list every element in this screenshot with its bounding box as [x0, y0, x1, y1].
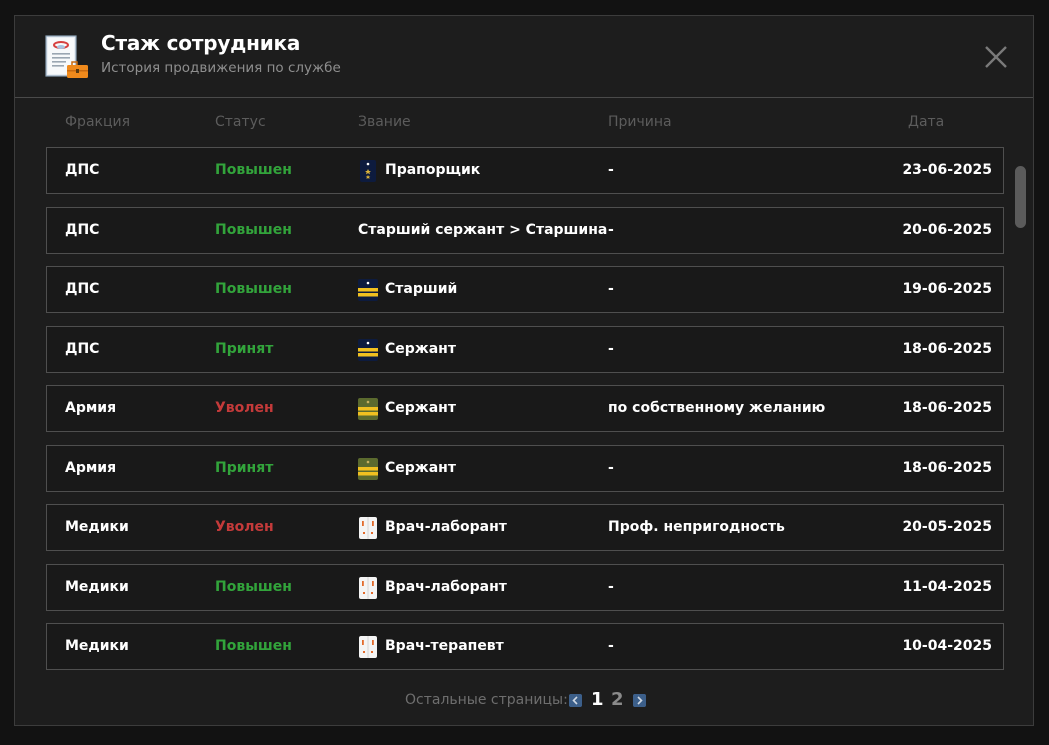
- scrollbar-thumb[interactable]: [1015, 166, 1026, 228]
- police-senior-shoulder-strap-icon: [358, 279, 378, 301]
- police-sergeant-shoulder-strap-icon: [358, 339, 378, 361]
- column-header-date: Дата: [908, 114, 945, 130]
- table-row[interactable]: Медики Повышен Врач-терапевт - 10-04-2025: [46, 623, 1004, 670]
- table-row[interactable]: Армия Уволен Сержант по собственному желани…: [46, 385, 1004, 432]
- row-date: 23-06-2025: [902, 162, 992, 178]
- row-faction: Медики: [65, 638, 129, 654]
- modal-title: Стаж сотрудника: [101, 31, 301, 55]
- row-status: Повышен: [215, 638, 292, 654]
- row-faction: ДПС: [65, 222, 100, 238]
- column-header-faction: Фракция: [65, 114, 131, 130]
- row-status: Повышен: [215, 162, 292, 178]
- row-rank: Прапорщик: [385, 162, 481, 178]
- table-row[interactable]: ДПС Принят Сержант - 18-06-2025: [46, 326, 1004, 373]
- row-rank: Сержант: [385, 460, 456, 476]
- row-reason: -: [608, 638, 614, 654]
- row-date: 18-06-2025: [902, 400, 992, 416]
- table-row[interactable]: ДПС Повышен Прапорщик - 23-06-2025: [46, 147, 1004, 194]
- row-reason: -: [608, 341, 614, 357]
- police-ensign-shoulder-strap-icon: [360, 160, 376, 182]
- row-faction: Медики: [65, 579, 129, 595]
- row-reason: -: [608, 162, 614, 178]
- row-status: Уволен: [215, 519, 274, 535]
- row-rank: Сержант: [385, 400, 456, 416]
- row-reason: -: [608, 579, 614, 595]
- column-header-rank: Звание: [358, 114, 411, 130]
- row-rank: Сержант: [385, 341, 456, 357]
- table-row[interactable]: Медики Уволен Врач-лаборант Проф. непригодн…: [46, 504, 1004, 551]
- table-row[interactable]: Армия Принят Сержант - 18-06-2025: [46, 445, 1004, 492]
- row-date: 20-06-2025: [902, 222, 992, 238]
- row-reason: -: [608, 281, 614, 297]
- row-rank: Врач-терапевт: [385, 638, 504, 654]
- row-rank: Старший сержант > Старшина: [358, 222, 608, 238]
- table-row[interactable]: ДПС Повышен Старший - 19-06-2025: [46, 266, 1004, 313]
- row-date: 19-06-2025: [902, 281, 992, 297]
- row-reason: -: [608, 460, 614, 476]
- row-status: Уволен: [215, 400, 274, 416]
- army-sergeant-shoulder-strap-icon: [358, 398, 378, 420]
- page-2-button[interactable]: 2: [611, 689, 624, 710]
- employee-history-modal: Стаж сотрудника История продвижения по с…: [14, 15, 1034, 726]
- row-rank: Старший: [385, 281, 458, 297]
- history-table[interactable]: ДПС Повышен Прапорщик - 23-06-2025 ДПС Повышен…: [46, 147, 1004, 671]
- column-header-status: Статус: [215, 114, 266, 130]
- row-faction: ДПС: [65, 281, 100, 297]
- row-faction: Армия: [65, 400, 117, 416]
- row-faction: Армия: [65, 460, 117, 476]
- page-prev-icon[interactable]: [569, 694, 582, 707]
- row-date: 10-04-2025: [902, 638, 992, 654]
- row-reason: Проф. непригодность: [608, 519, 785, 535]
- page-1-button[interactable]: 1: [591, 689, 604, 710]
- row-faction: ДПС: [65, 162, 100, 178]
- row-faction: ДПС: [65, 341, 100, 357]
- close-icon[interactable]: [983, 44, 1009, 70]
- modal-header: Стаж сотрудника История продвижения по с…: [15, 16, 1033, 98]
- pagination-label: Остальные страницы:: [405, 692, 568, 708]
- page-next-icon[interactable]: [633, 694, 646, 707]
- row-date: 20-05-2025: [902, 519, 992, 535]
- column-header-reason: Причина: [608, 114, 672, 130]
- row-reason: -: [608, 222, 614, 238]
- row-status: Повышен: [215, 281, 292, 297]
- row-status: Принят: [215, 341, 274, 357]
- row-rank: Врач-лаборант: [385, 579, 507, 595]
- modal-subtitle: История продвижения по службе: [101, 60, 341, 76]
- row-date: 18-06-2025: [902, 460, 992, 476]
- row-status: Повышен: [215, 579, 292, 595]
- table-row[interactable]: Медики Повышен Врач-лаборант - 11-04-2025: [46, 564, 1004, 611]
- row-date: 18-06-2025: [902, 341, 992, 357]
- row-faction: Медики: [65, 519, 129, 535]
- row-status: Повышен: [215, 222, 292, 238]
- medic-coat-icon: [359, 577, 377, 599]
- row-rank: Врач-лаборант: [385, 519, 507, 535]
- row-reason: по собственному желанию: [608, 400, 826, 416]
- medic-coat-icon: [359, 517, 377, 539]
- row-status: Принят: [215, 460, 274, 476]
- medic-coat-icon: [359, 636, 377, 658]
- table-row[interactable]: ДПС Повышен Старший сержант > Старшина - 20-…: [46, 207, 1004, 254]
- army-sergeant-shoulder-strap-icon: [358, 458, 378, 480]
- row-date: 11-04-2025: [902, 579, 992, 595]
- document-briefcase-icon: [45, 35, 88, 78]
